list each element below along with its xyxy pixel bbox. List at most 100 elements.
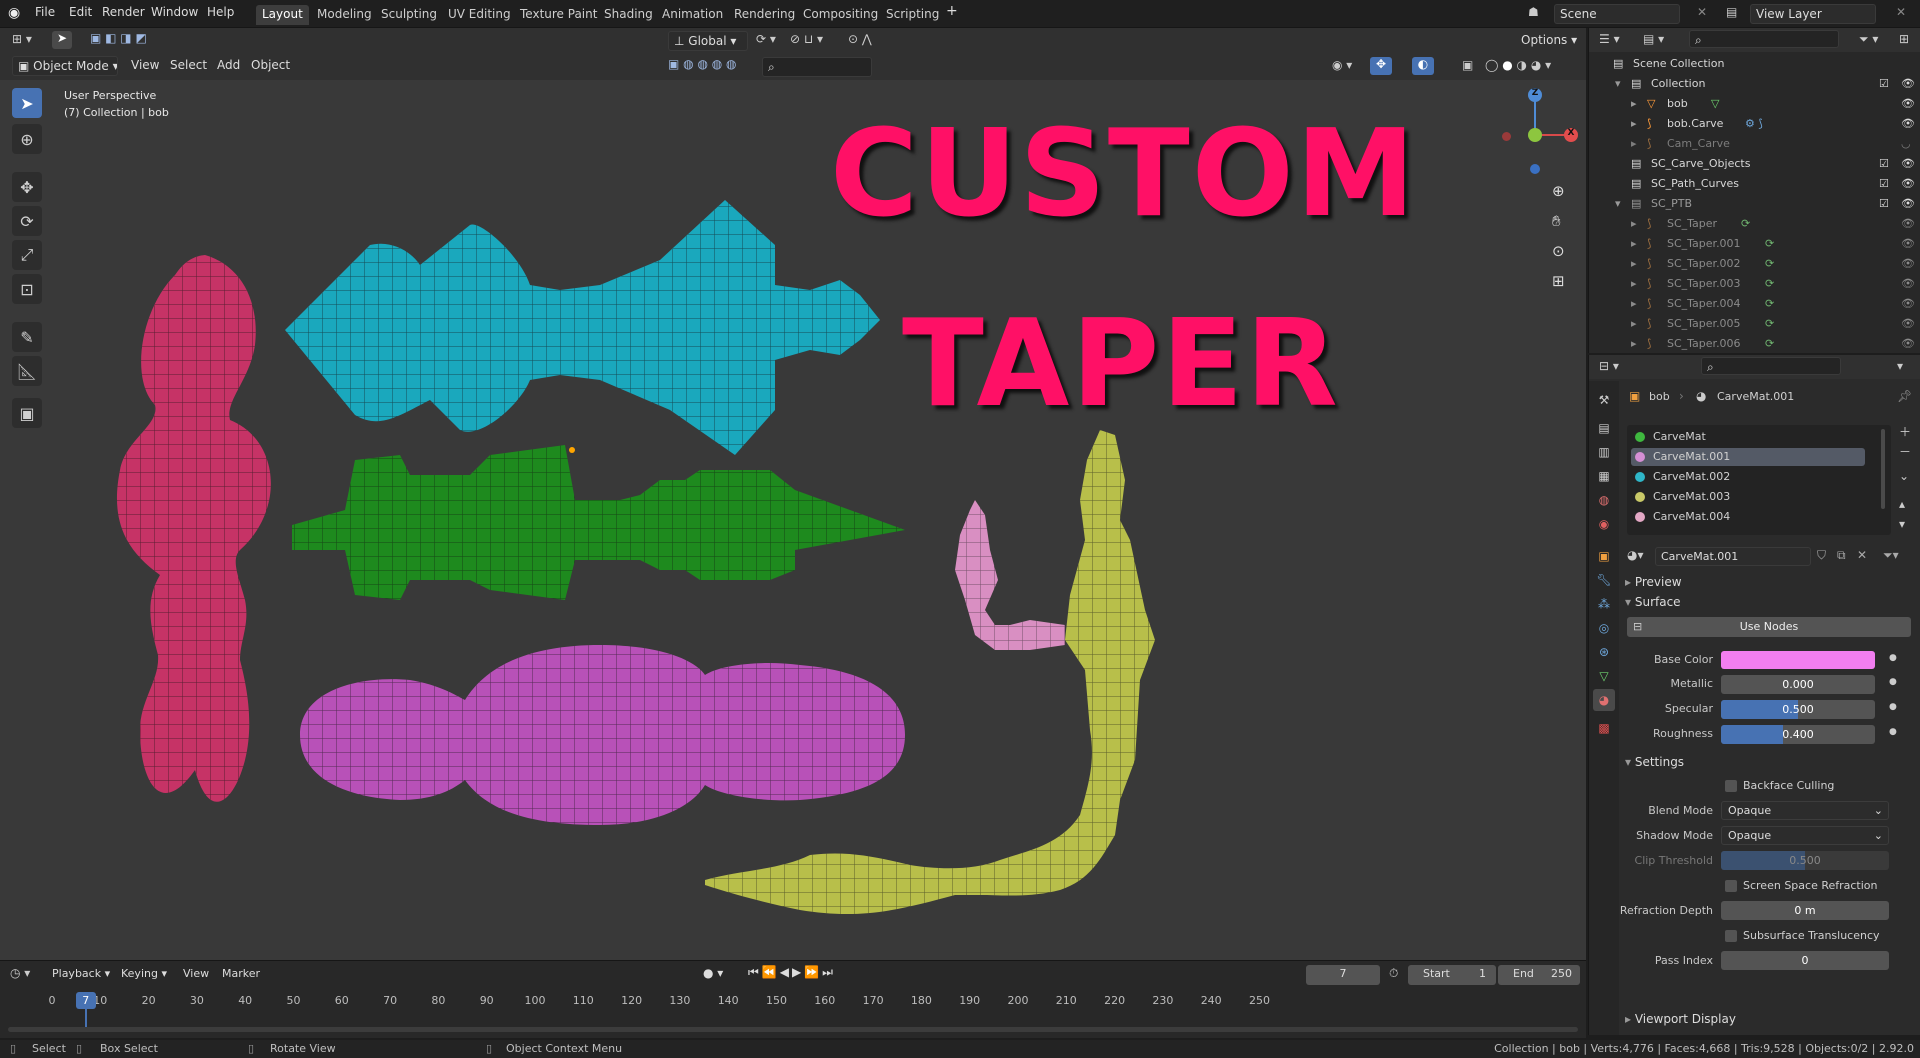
eye-icon[interactable]: 👁︎ xyxy=(1901,317,1915,330)
proportional-edit-icon[interactable]: ⊙ ⋀ xyxy=(848,32,872,46)
snap-icon[interactable]: ⊘ ⊔ ▾ xyxy=(790,32,823,46)
pass-index-field[interactable]: 0 xyxy=(1721,951,1889,970)
xray-icon[interactable]: ▣ xyxy=(1462,58,1473,72)
object-tab-icon[interactable]: ▣ xyxy=(1593,545,1615,567)
shadow-mode-dropdown[interactable]: Opaque ⌄ xyxy=(1721,826,1889,845)
properties-options-icon[interactable]: ▾ xyxy=(1897,359,1903,373)
base-color-link-icon[interactable]: ● xyxy=(1889,653,1897,663)
shading-mode-icons[interactable]: ◯ ● ◑ ◕ ▾ xyxy=(1485,58,1551,72)
gizmo-x-axis[interactable]: X xyxy=(1564,128,1578,142)
gizmo-z-axis[interactable]: Z xyxy=(1528,88,1542,102)
gizmo-neg-x[interactable] xyxy=(1502,132,1511,141)
eye-icon[interactable]: 👁︎ xyxy=(1901,177,1915,190)
view-layer-close-icon[interactable]: ✕ xyxy=(1896,5,1906,19)
eye-icon[interactable]: 👁︎ xyxy=(1901,237,1915,250)
metallic-link-icon[interactable]: ● xyxy=(1889,677,1897,687)
pin-icon[interactable]: 📌︎ xyxy=(1897,389,1912,403)
properties-search-input[interactable]: ⌕ xyxy=(1701,357,1841,375)
clip-threshold-slider[interactable]: 0.500 xyxy=(1721,851,1889,870)
properties-editor-icon[interactable]: ⊟ ▾ xyxy=(1599,359,1619,373)
select-tool-icon[interactable]: ➤ xyxy=(52,31,72,49)
eye-icon[interactable]: 👁︎ xyxy=(1901,157,1915,170)
camera-view-icon[interactable]: ⊙ xyxy=(1552,242,1565,260)
roughness-link-icon[interactable]: ● xyxy=(1889,727,1897,737)
blend-mode-dropdown[interactable]: Opaque ⌄ xyxy=(1721,801,1889,820)
new-collection-icon[interactable]: ⊞ xyxy=(1899,32,1909,46)
gizmo-neg-z[interactable] xyxy=(1530,164,1540,174)
output-tab-icon[interactable]: ▥ xyxy=(1593,441,1615,463)
eye-icon[interactable]: 👁︎ xyxy=(1901,217,1915,230)
tab-modeling[interactable]: Modeling xyxy=(311,5,378,25)
menu-edit[interactable]: Edit xyxy=(69,5,92,19)
base-color-swatch[interactable] xyxy=(1721,651,1875,669)
settings-section-header[interactable]: ▾ Settings xyxy=(1625,755,1684,769)
preview-section-header[interactable]: ▸ Preview xyxy=(1625,575,1682,589)
include-checkbox[interactable]: ☑ xyxy=(1879,77,1889,90)
playhead-line[interactable] xyxy=(84,1009,87,1027)
outliner-row[interactable]: ▸ ▽ bob ▽ 👁︎ xyxy=(1589,94,1920,114)
outliner-row[interactable]: ▸ ⟆ SC_Taper.002 ⟳ 👁︎ xyxy=(1589,254,1920,274)
move-slot-down-icon[interactable]: ▾ xyxy=(1899,517,1905,531)
view-layer-field[interactable]: View Layer xyxy=(1750,4,1876,24)
editor-type-icon[interactable]: ⊞ ▾ xyxy=(12,32,32,46)
outliner-row[interactable]: ▾ ▤ SC_PTB ☑ 👁︎ xyxy=(1589,194,1920,214)
tool-tab-icon[interactable]: ⚒ xyxy=(1593,389,1615,411)
outliner-editor-icon[interactable]: ☰ ▾ xyxy=(1599,32,1620,46)
outliner-row[interactable]: ▤ SC_Carve_Objects ☑ 👁︎ xyxy=(1589,154,1920,174)
ortho-toggle-icon[interactable]: ⊞ xyxy=(1552,272,1565,290)
physics-tab-icon[interactable]: ◎ xyxy=(1593,617,1615,639)
pivot-icon[interactable]: ⟳ ▾ xyxy=(756,32,776,46)
tab-animation[interactable]: Animation xyxy=(656,5,729,25)
list-item-selected[interactable]: CarveMat.001 xyxy=(1631,448,1865,466)
particles-tab-icon[interactable]: ⁂ xyxy=(1593,593,1615,615)
list-item[interactable]: CarveMat xyxy=(1631,428,1865,446)
include-checkbox[interactable]: ☑ xyxy=(1879,177,1889,190)
outliner-search-input[interactable]: ⌕ xyxy=(1689,30,1839,48)
outliner-row[interactable]: ▤ SC_Path_Curves ☑ 👁︎ xyxy=(1589,174,1920,194)
playhead-frame-label[interactable]: 7 xyxy=(75,992,96,1009)
world-tab-icon[interactable]: ◉ xyxy=(1593,513,1615,535)
menu-file[interactable]: File xyxy=(35,5,55,19)
include-checkbox[interactable]: ☑ xyxy=(1879,197,1889,210)
viewport-display-section-header[interactable]: ▸ Viewport Display xyxy=(1625,1012,1736,1026)
constraints-tab-icon[interactable]: ⊛ xyxy=(1593,641,1615,663)
options-dropdown[interactable]: Options ▾ xyxy=(1516,31,1580,51)
eye-icon[interactable]: 👁︎ xyxy=(1901,97,1915,110)
view-layer-tab-icon[interactable]: ▦ xyxy=(1593,465,1615,487)
tab-scripting[interactable]: Scripting xyxy=(880,5,945,25)
roughness-slider[interactable]: 0.400 xyxy=(1721,725,1875,744)
tab-layout[interactable]: Layout xyxy=(256,5,309,25)
material-link-icon[interactable]: ⏷▾ xyxy=(1883,548,1899,563)
eye-icon[interactable]: 👁︎ xyxy=(1901,197,1915,210)
outliner-root[interactable]: ▤ Scene Collection xyxy=(1589,54,1920,74)
tab-shading[interactable]: Shading xyxy=(598,5,659,25)
material-tab-icon[interactable]: ◕ xyxy=(1593,689,1615,711)
transform-orientation-dropdown[interactable]: ⊥ Global ▾ xyxy=(668,31,748,51)
unlink-material-icon[interactable]: ✕ xyxy=(1857,548,1867,562)
metallic-slider[interactable]: 0.000 xyxy=(1721,675,1875,694)
display-mode-icon[interactable]: ▤ ▾ xyxy=(1643,32,1664,46)
list-item[interactable]: CarveMat.002 xyxy=(1631,468,1865,486)
eye-closed-icon[interactable]: ◡ xyxy=(1901,137,1911,150)
3d-viewport[interactable]: User Perspective (7) Collection | bob ➤ … xyxy=(0,80,1586,960)
outliner-row[interactable]: ▸ ⟆ SC_Taper ⟳ 👁︎ xyxy=(1589,214,1920,234)
specular-slider[interactable]: 0.500 xyxy=(1721,700,1875,719)
eye-icon[interactable]: 👁︎ xyxy=(1901,277,1915,290)
slot-specials-icon[interactable]: ⌄ xyxy=(1899,469,1909,483)
subsurface-translucency-checkbox[interactable] xyxy=(1725,930,1737,942)
outliner-row[interactable]: ▸ ⟆ SC_Taper.005 ⟳ 👁︎ xyxy=(1589,314,1920,334)
menu-object[interactable]: Object xyxy=(251,58,290,72)
scene-field[interactable]: Scene xyxy=(1554,4,1680,24)
include-checkbox[interactable]: ☑ xyxy=(1879,157,1889,170)
data-tab-icon[interactable]: ▽ xyxy=(1593,665,1615,687)
selection-mode-icons[interactable]: ▣ ◧ ◨ ◩ xyxy=(90,31,147,45)
outliner-row[interactable]: ▸ ⟆ SC_Taper.003 ⟳ 👁︎ xyxy=(1589,274,1920,294)
eye-icon[interactable]: 👁︎ xyxy=(1901,77,1915,90)
menu-view[interactable]: View xyxy=(131,58,159,72)
tab-compositing[interactable]: Compositing xyxy=(797,5,884,25)
frame-ruler[interactable]: 0 10 20 30 40 50 60 70 80 90 100 110 120 130 140 150 160… xyxy=(0,961,1586,1031)
blender-logo-icon[interactable]: ◉ xyxy=(8,5,20,21)
slot-list-scrollbar[interactable] xyxy=(1881,429,1885,509)
fake-user-icon[interactable]: ⛉ xyxy=(1817,548,1826,563)
gizmo-y-axis[interactable] xyxy=(1528,128,1542,142)
